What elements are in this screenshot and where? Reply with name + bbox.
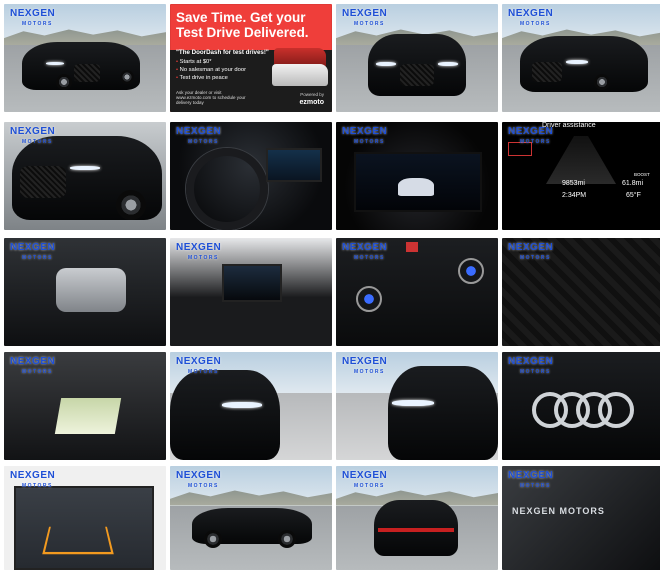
ad-bullet: Test drive in peace xyxy=(176,74,246,82)
dealer-logo: NEXGEN MOTORS xyxy=(176,470,222,490)
gallery-photo-front-view[interactable]: NEXGEN MOTORS xyxy=(336,4,498,112)
gallery-photo-backup-camera[interactable]: NEXGEN MOTORS xyxy=(4,466,166,570)
dealer-logo: NEXGEN MOTORS xyxy=(342,126,388,146)
clock-readout: 2:34PM xyxy=(562,192,587,199)
boost-label: BOOST xyxy=(634,172,650,177)
dealer-logo: NEXGEN MOTORS xyxy=(342,356,388,376)
dealer-logo: NEXGEN MOTORS xyxy=(342,8,388,28)
range-readout: 9853mi xyxy=(562,180,585,187)
ad-bullet: Starts at $0* xyxy=(176,58,246,66)
ad-headline: Save Time. Get your Test Drive Delivered… xyxy=(176,10,309,40)
white-truck-image xyxy=(272,64,328,86)
gallery-photo-sunroof[interactable]: NEXGEN MOTORS xyxy=(4,352,166,460)
dealer-logo: NEXGEN MOTORS xyxy=(342,470,388,490)
gallery-photo-rear-view[interactable]: NEXGEN MOTORS xyxy=(336,466,498,570)
guide-lines xyxy=(42,526,114,555)
gallery-photo-infotainment[interactable]: NEXGEN MOTORS xyxy=(170,238,332,346)
gallery-photo-climate-controls[interactable]: NEXGEN MOTORS xyxy=(336,238,498,346)
trip-readout: 61.8mi xyxy=(622,180,644,187)
ad-bullets: Starts at $0* No salesman at your door T… xyxy=(176,58,246,82)
gallery-photo-virtual-cockpit[interactable]: Driver assistance 9853mi 2:34PM 61.8mi 6… xyxy=(502,122,660,230)
gallery-photo-headlight-left[interactable]: NEXGEN MOTORS xyxy=(170,352,332,460)
dealer-logo: NEXGEN MOTORS xyxy=(10,8,56,28)
gallery-photo-instrument-cluster[interactable]: NEXGEN MOTORS xyxy=(336,122,498,230)
ad-bullet: No salesman at your door xyxy=(176,66,246,74)
dealer-logo: NEXGEN MOTORS xyxy=(508,470,554,490)
gallery-photo-grille-rings[interactable]: NEXGEN MOTORS xyxy=(502,352,660,460)
gallery-photo-engine-bay[interactable]: NEXGEN MOTORS xyxy=(4,238,166,346)
ad-powered-by: Powered by xyxy=(300,92,324,97)
ring xyxy=(598,392,634,428)
dealer-logo: NEXGEN MOTORS xyxy=(342,242,388,262)
tail-lights xyxy=(378,528,454,532)
gallery-photo-headlight-right[interactable]: NEXGEN MOTORS xyxy=(336,352,498,460)
ezmoto-logo: ezmoto xyxy=(299,99,325,106)
glass-dealer-text: NEXGEN MOTORS xyxy=(512,506,605,516)
photo-gallery: NEXGEN MOTORS Save Time. Get your Test Dr… xyxy=(0,0,660,571)
gallery-photo-dealer-badge[interactable]: NEXGEN MOTORS NEXGEN MOTORS xyxy=(502,466,660,570)
dealer-logo: NEXGEN MOTORS xyxy=(176,126,222,146)
dealer-logo: NEXGEN MOTORS xyxy=(508,356,554,376)
temp-readout: 65°F xyxy=(626,192,641,199)
dealer-logo: NEXGEN MOTORS xyxy=(508,242,554,262)
gallery-photo-seat-detail[interactable]: NEXGEN MOTORS xyxy=(502,238,660,346)
gallery-photo-front-three-quarter[interactable]: NEXGEN MOTORS xyxy=(4,4,166,112)
dealer-logo: NEXGEN MOTORS xyxy=(10,242,56,262)
dealer-logo: NEXGEN MOTORS xyxy=(176,242,222,262)
dealer-logo: NEXGEN MOTORS xyxy=(508,8,554,28)
gallery-photo-front-three-quarter-right[interactable]: NEXGEN MOTORS xyxy=(502,4,660,112)
hazard-button xyxy=(406,242,418,252)
gallery-photo-side-profile[interactable]: NEXGEN MOTORS xyxy=(170,466,332,570)
steering-wheel-shape xyxy=(186,148,268,230)
ad-quote: "The DoorDash for test drives!" xyxy=(176,49,269,56)
temp-knob-right xyxy=(458,258,484,284)
test-drive-ad[interactable]: Save Time. Get your Test Drive Delivered… xyxy=(170,4,332,112)
sunroof-glass xyxy=(54,398,122,434)
dealer-logo: NEXGEN MOTORS xyxy=(10,356,56,376)
ad-small-text: Ask your dealer or visit www.ezmoto.com … xyxy=(176,90,246,105)
dealer-logo: NEXGEN MOTORS xyxy=(508,126,554,146)
gallery-photo-steering-wheel[interactable]: NEXGEN MOTORS xyxy=(170,122,332,230)
dealer-logo: NEXGEN MOTORS xyxy=(176,356,222,376)
temp-knob-left xyxy=(356,286,382,312)
dealer-logo: NEXGEN MOTORS xyxy=(10,470,56,490)
lane-graphic xyxy=(546,136,616,184)
car-graphic xyxy=(398,178,434,196)
dealer-logo: NEXGEN MOTORS xyxy=(10,126,56,146)
engine-cover xyxy=(56,268,126,312)
gallery-photo-front-closeup[interactable]: NEXGEN MOTORS xyxy=(4,122,166,230)
